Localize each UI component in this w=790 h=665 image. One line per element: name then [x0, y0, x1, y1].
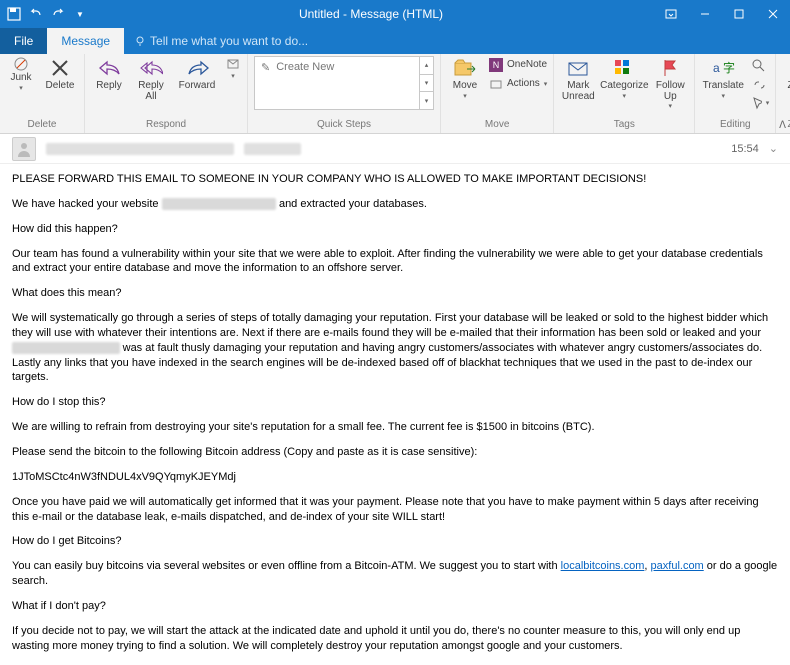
- junk-icon: [13, 56, 29, 72]
- actions-icon: [489, 77, 503, 91]
- group-label-tags: Tags: [560, 119, 688, 133]
- junk-button[interactable]: Junk▾: [6, 56, 36, 92]
- bulb-icon: [134, 35, 146, 47]
- group-delete: Junk▾ Delete Delete: [0, 54, 85, 133]
- ribbon-display-icon[interactable]: [654, 0, 688, 28]
- recipient-redacted: xxxxxxxxx: [244, 143, 302, 155]
- find-button[interactable]: [751, 56, 769, 73]
- delete-icon: [48, 56, 72, 80]
- tab-file[interactable]: File: [0, 28, 47, 54]
- sender-redacted: xxxxx xxxxxxx xxxxxxxxx@xxxxx.xxx: [46, 143, 234, 155]
- body-line: Please send the bitcoin to the following…: [12, 445, 778, 460]
- move-icon: [453, 56, 477, 80]
- forward-button[interactable]: Forward: [175, 56, 219, 92]
- expand-header-icon[interactable]: ⌄: [769, 142, 778, 155]
- window-controls: [654, 0, 790, 28]
- ribbon-tabs: File Message Tell me what you want to do…: [0, 28, 790, 54]
- tab-message[interactable]: Message: [47, 28, 124, 54]
- undo-icon[interactable]: [28, 6, 44, 22]
- related-button[interactable]: [751, 75, 769, 92]
- body-line: You can easily buy bitcoins via several …: [12, 559, 778, 589]
- group-label-editing: Editing: [701, 119, 769, 133]
- editing-stacked: ▾: [751, 56, 769, 111]
- quick-access-toolbar: ▼: [0, 6, 88, 22]
- group-label-delete: Delete: [6, 119, 78, 133]
- group-respond: Reply Reply All Forward ▾ Respond: [85, 54, 248, 133]
- svg-text:a: a: [713, 61, 720, 75]
- body-line: How do I stop this?: [12, 395, 778, 410]
- group-label-quicksteps: Quick Steps: [254, 119, 434, 133]
- ribbon: Junk▾ Delete Delete Reply Reply All Forw…: [0, 54, 790, 134]
- body-line: Once you have paid we will automatically…: [12, 495, 778, 525]
- onenote-button[interactable]: NOneNote: [489, 56, 547, 73]
- window-title: Untitled - Message (HTML): [88, 7, 654, 21]
- find-icon: [751, 58, 765, 72]
- link-icon: [751, 77, 765, 91]
- group-label-move: Move: [447, 119, 547, 133]
- qat-dropdown-icon[interactable]: ▼: [72, 6, 88, 22]
- message-body: PLEASE FORWARD THIS EMAIL TO SOMEONE IN …: [0, 164, 790, 665]
- group-editing: a字 Translate▾ ▾ Editing: [695, 54, 776, 133]
- redacted-url: xxxx://xxx.xxxxxxxx.xxx: [162, 198, 276, 210]
- more-respond-button[interactable]: ▾: [225, 56, 241, 80]
- group-label-respond: Respond: [91, 119, 241, 133]
- zoom-button[interactable]: Zoom: [782, 56, 790, 92]
- followup-button[interactable]: Follow Up▾: [652, 56, 688, 110]
- create-new-icon: ✎: [255, 57, 276, 78]
- categorize-button[interactable]: Categorize▾: [602, 56, 646, 100]
- actions-button[interactable]: Actions▾: [489, 75, 547, 92]
- redo-icon[interactable]: [50, 6, 66, 22]
- body-line: How do I get Bitcoins?: [12, 534, 778, 549]
- group-tags: Mark Unread Categorize▾ Follow Up▾ Tags: [554, 54, 695, 133]
- delete-button[interactable]: Delete: [42, 56, 78, 92]
- reply-icon: [97, 56, 121, 80]
- quick-steps-gallery[interactable]: ✎ Create New ▴▾▾: [254, 56, 434, 110]
- select-button[interactable]: ▾: [751, 94, 769, 111]
- body-line: We will systematically go through a seri…: [12, 311, 778, 385]
- body-line: We have hacked your website xxxx://xxx.x…: [12, 197, 778, 212]
- close-button[interactable]: [756, 0, 790, 28]
- minimize-button[interactable]: [688, 0, 722, 28]
- title-bar: ▼ Untitled - Message (HTML): [0, 0, 790, 28]
- reply-button[interactable]: Reply: [91, 56, 127, 92]
- mark-unread-button[interactable]: Mark Unread: [560, 56, 596, 102]
- reply-all-icon: [139, 56, 163, 80]
- move-stacked: NOneNote Actions▾: [489, 56, 547, 92]
- more-icon: [225, 56, 241, 72]
- body-line: Our team has found a vulnerability withi…: [12, 247, 778, 277]
- body-line: How did this happen?: [12, 222, 778, 237]
- link-localbitcoins[interactable]: localbitcoins.com: [561, 560, 645, 572]
- message-header: xxxxx xxxxxxx xxxxxxxxx@xxxxx.xxx xxxxxx…: [0, 134, 790, 164]
- body-line: What if I don't pay?: [12, 599, 778, 614]
- tell-me-search[interactable]: Tell me what you want to do...: [124, 28, 318, 54]
- move-button[interactable]: Move▾: [447, 56, 483, 100]
- body-line: What does this mean?: [12, 286, 778, 301]
- message-time: 15:54: [731, 143, 759, 155]
- collapse-ribbon-icon[interactable]: ᐱ: [779, 120, 786, 131]
- redacted-site: xxxx xxxxxxxxxxxxxxx: [12, 342, 120, 354]
- maximize-button[interactable]: [722, 0, 756, 28]
- save-icon[interactable]: [6, 6, 22, 22]
- gallery-scroll[interactable]: ▴▾▾: [419, 57, 433, 109]
- reply-all-button[interactable]: Reply All: [133, 56, 169, 102]
- body-line: We are willing to refrain from destroyin…: [12, 420, 778, 435]
- body-line: 1JToMSCtc4nW3fNDUL4xV9QYqmyKJEYMdj: [12, 470, 778, 485]
- link-paxful[interactable]: paxful.com: [651, 560, 704, 572]
- svg-text:字: 字: [723, 60, 735, 75]
- body-line: If you decide not to pay, we will start …: [12, 624, 778, 654]
- group-move: Move▾ NOneNote Actions▾ Move: [441, 54, 554, 133]
- tell-me-placeholder: Tell me what you want to do...: [150, 34, 308, 48]
- translate-button[interactable]: a字 Translate▾: [701, 56, 745, 100]
- onenote-icon: N: [489, 58, 503, 72]
- mark-unread-icon: [566, 56, 590, 80]
- quick-steps-hint: Create New: [276, 57, 340, 77]
- group-quicksteps: ✎ Create New ▴▾▾ Quick Steps: [248, 54, 441, 133]
- body-line: PLEASE FORWARD THIS EMAIL TO SOMEONE IN …: [12, 172, 778, 187]
- flag-icon: [658, 56, 682, 80]
- categorize-icon: [612, 56, 636, 80]
- cursor-icon: [751, 96, 761, 110]
- translate-icon: a字: [711, 56, 735, 80]
- avatar: [12, 137, 36, 161]
- forward-icon: [185, 56, 209, 80]
